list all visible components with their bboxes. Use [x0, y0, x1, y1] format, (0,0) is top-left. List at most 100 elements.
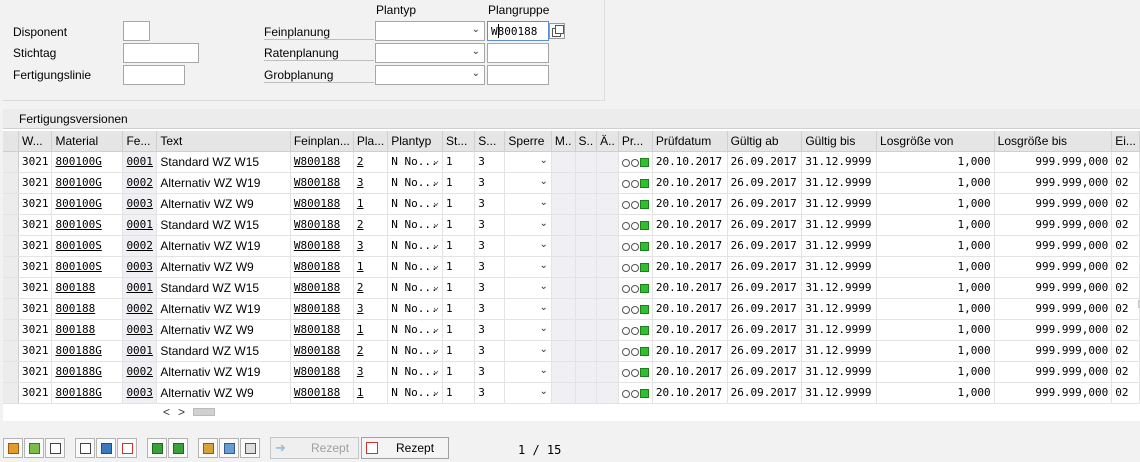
cell-fertigungsversion-link[interactable]: 0002 [126, 239, 153, 252]
cell-pla-link[interactable]: 2 [357, 344, 364, 357]
chevron-down-icon[interactable]: ⌄ [433, 155, 439, 166]
column-header[interactable]: Pr... [618, 131, 653, 152]
cell-feinplan[interactable]: W800188 [290, 214, 354, 236]
cell-pla[interactable]: 3 [353, 361, 389, 383]
cell-pla[interactable]: 2 [353, 277, 389, 299]
cell-feinplan[interactable]: W800188 [290, 298, 354, 320]
column-header[interactable]: Ei... [1111, 131, 1140, 152]
ratenplanung-plangruppe-field[interactable] [487, 43, 549, 63]
cell-plantyp[interactable]: N No... ⌄ [387, 277, 443, 299]
cell-feinplan[interactable]: W800188 [290, 277, 354, 299]
cell-fertigungsversion[interactable]: 0001 [122, 340, 158, 362]
cell-material[interactable]: 800100G [51, 193, 124, 215]
column-header[interactable]: W... [18, 131, 53, 152]
cell-pla-link[interactable]: 3 [357, 365, 364, 378]
cell-sperre[interactable]: ⌄ [504, 172, 552, 194]
cell-fertigungsversion-link[interactable]: 0003 [126, 260, 153, 273]
cell-sperre[interactable]: ⌄ [504, 193, 552, 215]
cell-feinplan-link[interactable]: W800188 [294, 281, 340, 294]
cell-feinplan[interactable]: W800188 [290, 193, 354, 215]
cell-feinplan[interactable]: W800188 [290, 340, 354, 362]
cell-feinplan[interactable]: W800188 [290, 235, 354, 257]
column-header[interactable]: Prüfdatum [652, 131, 728, 152]
cell-pla[interactable]: 1 [353, 193, 389, 215]
row-selector[interactable] [3, 193, 19, 215]
cell-material-link[interactable]: 800100G [55, 197, 101, 210]
cell-material-link[interactable]: 800100S [55, 239, 101, 252]
cell-feinplan[interactable]: W800188 [290, 361, 354, 383]
grobplanung-plantyp-select[interactable]: ⌄ [375, 65, 485, 85]
column-header[interactable]: Feinplan... [290, 131, 354, 152]
cell-fertigungsversion-link[interactable]: 0002 [126, 176, 153, 189]
cell-sperre[interactable]: ⌄ [504, 277, 552, 299]
cell-plantyp[interactable]: N No... ⌄ [387, 151, 443, 173]
chevron-down-icon[interactable]: ⌄ [539, 197, 547, 208]
cell-material[interactable]: 800188 [51, 277, 124, 299]
chevron-down-icon[interactable]: ⌄ [433, 302, 439, 313]
chevron-down-icon[interactable]: ⌄ [539, 302, 547, 313]
cell-sperre[interactable]: ⌄ [504, 298, 552, 320]
value-help-icon[interactable] [549, 23, 565, 39]
chevron-down-icon[interactable]: ⌄ [539, 365, 547, 376]
cell-fertigungsversion[interactable]: 0001 [122, 151, 158, 173]
column-header[interactable]: Losgröße bis [994, 131, 1113, 152]
cell-fertigungsversion-link[interactable]: 0001 [126, 344, 153, 357]
chevron-down-icon[interactable]: ⌄ [539, 176, 547, 187]
cell-feinplan-link[interactable]: W800188 [294, 365, 340, 378]
cell-feinplan-link[interactable]: W800188 [294, 176, 340, 189]
cell-material-link[interactable]: 800100G [55, 176, 101, 189]
cell-plantyp[interactable]: N No... ⌄ [387, 382, 443, 404]
chevron-down-icon[interactable]: ⌄ [433, 365, 439, 376]
column-header[interactable]: S.. [575, 131, 598, 152]
chevron-down-icon[interactable]: ⌄ [433, 197, 439, 208]
cell-feinplan[interactable]: W800188 [290, 151, 354, 173]
cell-material[interactable]: 800188G [51, 382, 124, 404]
chevron-down-icon[interactable]: ⌄ [539, 323, 547, 334]
column-header[interactable]: M.. [551, 131, 576, 152]
copy-doc-icon[interactable] [3, 438, 23, 458]
cell-feinplan[interactable]: W800188 [290, 172, 354, 194]
column-header[interactable]: St... [442, 131, 476, 152]
table-row[interactable]: 3021 800100S 0002 Alternativ WZ W19 W800188 3… [3, 235, 1140, 257]
chevron-down-icon[interactable]: ⌄ [539, 155, 547, 166]
cell-material-link[interactable]: 800188 [55, 323, 95, 336]
column-header[interactable]: Gültig ab [727, 131, 803, 152]
cell-material[interactable]: 800100S [51, 256, 124, 278]
disponent-field[interactable] [123, 21, 150, 41]
table-row[interactable]: 3021 800100S 0001 Standard WZ W15 W800188 2 N … [3, 214, 1140, 236]
tools-icon[interactable] [198, 438, 218, 458]
rezept-disabled-button[interactable]: ➜ Rezept [270, 437, 359, 459]
cell-sperre[interactable]: ⌄ [504, 151, 552, 173]
cell-material[interactable]: 800100G [51, 172, 124, 194]
copy-table-icon[interactable] [240, 438, 260, 458]
table-row[interactable]: 3021 800188 0003 Alternativ WZ W9 W800188 1 N … [3, 319, 1140, 341]
cell-pla-link[interactable]: 3 [357, 176, 364, 189]
table-row[interactable]: 3021 800100G 0003 Alternativ WZ W9 W800188 1 N… [3, 193, 1140, 215]
cell-fertigungsversion[interactable]: 0002 [122, 361, 158, 383]
cell-pla-link[interactable]: 3 [357, 239, 364, 252]
cell-sperre[interactable]: ⌄ [504, 319, 552, 341]
cell-feinplan-link[interactable]: W800188 [294, 218, 340, 231]
cell-fertigungsversion[interactable]: 0003 [122, 256, 158, 278]
cell-sperre[interactable]: ⌄ [504, 361, 552, 383]
cell-material-link[interactable]: 800188G [55, 344, 101, 357]
cell-material-link[interactable]: 800188G [55, 365, 101, 378]
cell-pla[interactable]: 1 [353, 256, 389, 278]
cell-plantyp[interactable]: N No... ⌄ [387, 214, 443, 236]
scroll-thumb[interactable] [193, 408, 216, 416]
cell-feinplan-link[interactable]: W800188 [294, 155, 340, 168]
cell-feinplan-link[interactable]: W800188 [294, 239, 340, 252]
table-row[interactable]: 3021 800188G 0003 Alternativ WZ W9 W800188 1 N… [3, 382, 1140, 404]
chevron-down-icon[interactable]: ⌄ [433, 386, 439, 397]
chevron-down-icon[interactable]: ⌄ [539, 239, 547, 250]
column-header[interactable]: Gültig bis [801, 131, 878, 152]
cell-material[interactable]: 800100S [51, 214, 124, 236]
chevron-down-icon[interactable]: ⌄ [433, 344, 439, 355]
row-selector[interactable] [3, 319, 19, 341]
delete-icon[interactable] [96, 438, 116, 458]
chevron-down-icon[interactable]: ⌄ [539, 260, 547, 271]
cell-pla-link[interactable]: 2 [357, 218, 364, 231]
cell-pla[interactable]: 2 [353, 151, 389, 173]
cell-material-link[interactable]: 800188 [55, 302, 95, 315]
column-header[interactable]: Fe... [122, 131, 158, 152]
